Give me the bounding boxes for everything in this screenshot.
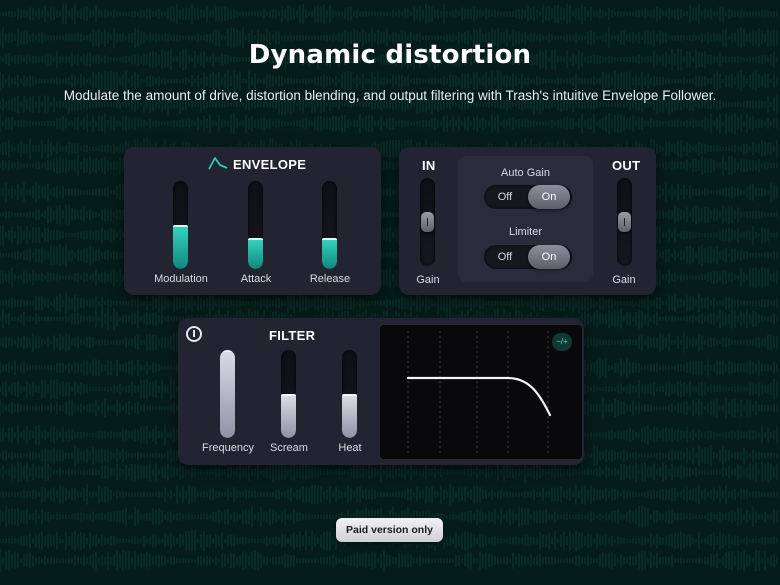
- filter-response-graph: −/+: [380, 325, 582, 459]
- envelope-curve-icon: [208, 157, 228, 170]
- input-gain-slider[interactable]: [420, 178, 435, 266]
- page-title: Dynamic distortion: [248, 40, 532, 70]
- paid-version-button[interactable]: Paid version only: [336, 518, 443, 542]
- output-gain-label: Gain: [612, 274, 636, 286]
- limiter-on-option[interactable]: On: [528, 245, 570, 269]
- attack-label: Attack: [240, 273, 272, 285]
- limiter-label: Limiter: [508, 226, 542, 238]
- input-gain-knob[interactable]: [421, 212, 434, 232]
- auto-gain-toggle[interactable]: Off On: [484, 185, 572, 209]
- release-slider[interactable]: [322, 181, 337, 269]
- release-slider-fill: [322, 238, 337, 269]
- scream-slider[interactable]: [281, 350, 296, 438]
- gain-panel: IN OUT Gain Gain Auto Gain Off On Limite…: [399, 147, 656, 295]
- output-gain-slider[interactable]: [617, 178, 632, 266]
- heat-label: Heat: [338, 442, 362, 454]
- out-title: OUT: [612, 158, 641, 173]
- limiter-off-option[interactable]: Off: [484, 245, 526, 269]
- auto-gain-label: Auto Gain: [501, 167, 550, 179]
- output-gain-knob[interactable]: [618, 212, 631, 232]
- attack-slider[interactable]: [248, 181, 263, 269]
- limiter-toggle[interactable]: Off On: [484, 245, 572, 269]
- gain-options-box: Auto Gain Off On Limiter Off On: [458, 156, 593, 282]
- frequency-slider-fill: [220, 350, 235, 438]
- heat-slider[interactable]: [342, 350, 357, 438]
- modulation-label: Modulation: [154, 273, 208, 285]
- envelope-panel: ENVELOPE Modulation Attack Release: [124, 147, 381, 295]
- modulation-slider-fill: [173, 225, 188, 269]
- heat-slider-fill: [342, 394, 357, 438]
- page-subtitle: Modulate the amount of drive, distortion…: [63, 88, 717, 103]
- power-icon[interactable]: [186, 326, 202, 342]
- attack-slider-fill: [248, 238, 263, 269]
- auto-gain-on-option[interactable]: On: [528, 185, 570, 209]
- in-title: IN: [422, 158, 436, 173]
- modulation-slider[interactable]: [173, 181, 188, 269]
- filter-title: FILTER: [269, 328, 316, 343]
- release-label: Release: [309, 273, 351, 285]
- graph-zoom-toggle[interactable]: −/+: [552, 333, 572, 351]
- input-gain-label: Gain: [416, 274, 440, 286]
- frequency-slider[interactable]: [220, 350, 235, 438]
- scream-label: Scream: [270, 442, 308, 454]
- envelope-title: ENVELOPE: [233, 157, 307, 172]
- auto-gain-off-option[interactable]: Off: [484, 185, 526, 209]
- scream-slider-fill: [281, 394, 296, 438]
- frequency-label: Frequency: [202, 442, 254, 454]
